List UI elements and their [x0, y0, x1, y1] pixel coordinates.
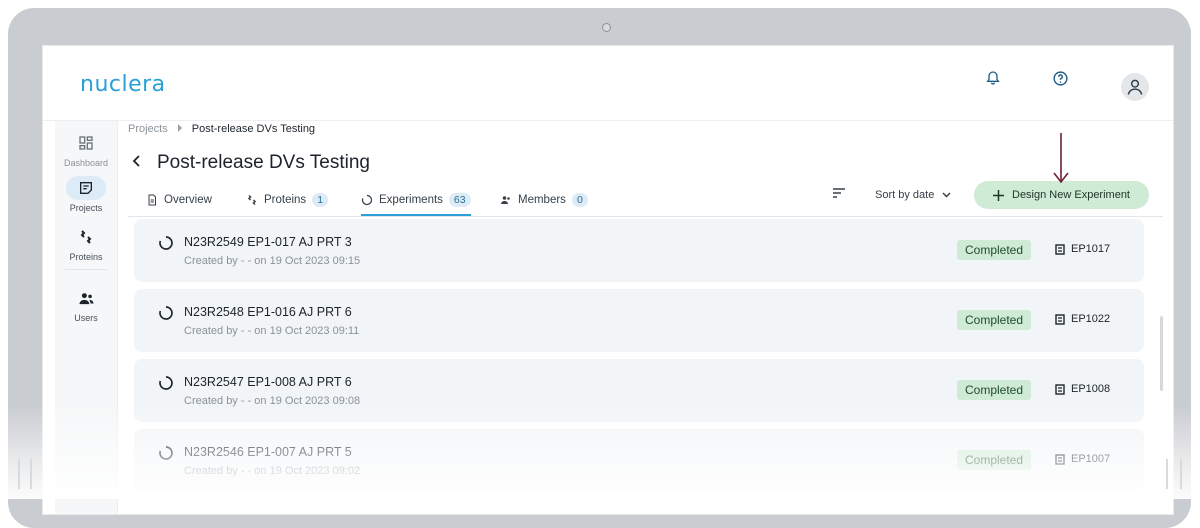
- breadcrumb: Projects Post-release DVs Testing: [128, 123, 315, 135]
- document-icon: [1055, 453, 1065, 465]
- experiment-row[interactable]: N23R2547 EP1-008 AJ PRT 6 Created by - -…: [134, 359, 1144, 422]
- spinner-icon: [361, 194, 373, 206]
- code-label: EP1008: [1071, 383, 1111, 395]
- spinner-icon: [159, 376, 173, 390]
- experiment-name[interactable]: N23R2546 EP1-007 AJ PRT 5: [184, 445, 352, 459]
- tab-label: Proteins: [264, 194, 307, 206]
- code-label: EP1022: [1071, 313, 1111, 325]
- help-icon[interactable]: [1048, 66, 1072, 90]
- tab-proteins[interactable]: Proteins 1: [246, 186, 329, 214]
- experiment-meta: Created by - - on 19 Oct 2023 09:11: [184, 325, 360, 337]
- code-label: EP1007: [1071, 453, 1111, 465]
- document-icon: [1055, 313, 1065, 325]
- members-icon: [501, 196, 510, 204]
- logo[interactable]: nuclera: [80, 72, 166, 97]
- experiment-name[interactable]: N23R2547 EP1-008 AJ PRT 6: [184, 375, 352, 389]
- annotation-arrow-icon: [1053, 133, 1069, 190]
- tab-overview[interactable]: Overview: [146, 186, 212, 214]
- sidebar-item-users[interactable]: Users: [55, 286, 117, 323]
- sidebar-label-users: Users: [74, 313, 98, 323]
- document-icon: [148, 194, 156, 206]
- protein-icon: [247, 194, 257, 206]
- tab-label: Members: [518, 194, 566, 206]
- sort-dropdown[interactable]: Sort by date: [875, 189, 951, 201]
- status-badge: Completed: [957, 450, 1032, 470]
- experiment-code: EP1007: [1055, 453, 1110, 465]
- tab-members[interactable]: Members 0: [500, 186, 588, 214]
- document-icon: [1055, 383, 1065, 395]
- sort-toggle[interactable]: [833, 188, 845, 198]
- code-label: EP1017: [1071, 243, 1111, 255]
- experiment-row[interactable]: N23R2546 EP1-007 AJ PRT 5 Created by - -…: [134, 429, 1144, 492]
- sidebar-item-proteins[interactable]: Proteins: [55, 225, 117, 262]
- count-badge: 1: [312, 193, 329, 207]
- projects-icon: [66, 176, 106, 200]
- dashboard-icon: [66, 131, 106, 155]
- status-badge: Completed: [957, 380, 1032, 400]
- design-button-label: Design New Experiment: [1012, 189, 1130, 201]
- app-window: nuclera Dashboard Projects Proteins User…: [42, 45, 1174, 515]
- count-badge: 63: [448, 193, 471, 207]
- plus-icon: [993, 189, 1004, 201]
- status-badge: Completed: [957, 310, 1032, 330]
- user-icon: [1127, 79, 1143, 95]
- chevron-right-icon: [177, 123, 183, 135]
- experiment-row[interactable]: N23R2549 EP1-017 AJ PRT 3 Created by - -…: [134, 219, 1144, 282]
- sidebar-item-projects[interactable]: Projects: [55, 176, 117, 213]
- camera-dot: [602, 23, 611, 32]
- tab-label: Overview: [164, 194, 212, 206]
- spinner-icon: [159, 236, 173, 250]
- back-arrow-icon[interactable]: [129, 153, 145, 169]
- breadcrumb-root[interactable]: Projects: [128, 123, 168, 135]
- frame-mark: [18, 459, 20, 489]
- proteins-icon: [66, 225, 106, 249]
- top-bar: nuclera: [43, 46, 1173, 121]
- frame-mark: [30, 459, 32, 489]
- sidebar-label-proteins: Proteins: [69, 252, 103, 262]
- page-title: Post-release DVs Testing: [157, 152, 370, 173]
- experiment-code: EP1017: [1055, 243, 1110, 255]
- experiment-code: EP1008: [1055, 383, 1110, 395]
- experiment-code: EP1022: [1055, 313, 1110, 325]
- frame-mark: [1180, 459, 1182, 489]
- bell-icon[interactable]: [981, 66, 1005, 90]
- experiment-name[interactable]: N23R2549 EP1-017 AJ PRT 3: [184, 235, 352, 249]
- tab-divider: [128, 216, 1163, 217]
- chevron-down-icon: [942, 192, 951, 198]
- sidebar: Dashboard Projects Proteins Users: [55, 121, 118, 514]
- spinner-icon: [159, 446, 173, 460]
- sidebar-label-projects: Projects: [69, 203, 103, 213]
- experiment-meta: Created by - - on 19 Oct 2023 09:02: [184, 465, 361, 477]
- experiment-name[interactable]: N23R2548 EP1-016 AJ PRT 6: [184, 305, 352, 319]
- sort-label: Sort by date: [875, 189, 935, 201]
- sidebar-item-dashboard[interactable]: Dashboard: [55, 131, 117, 168]
- user-avatar[interactable]: [1121, 73, 1149, 101]
- status-badge: Completed: [957, 240, 1032, 260]
- sort-icon: [833, 188, 845, 198]
- sidebar-divider: [65, 269, 107, 270]
- spinner-icon: [159, 306, 173, 320]
- experiment-row[interactable]: N23R2548 EP1-016 AJ PRT 6 Created by - -…: [134, 289, 1144, 352]
- scrollbar[interactable]: [1160, 316, 1163, 391]
- experiment-meta: Created by - - on 19 Oct 2023 09:08: [184, 395, 361, 407]
- tab-label: Experiments: [379, 194, 443, 206]
- document-icon: [1055, 243, 1065, 255]
- tab-experiments[interactable]: Experiments 63: [361, 186, 471, 216]
- experiment-meta: Created by - - on 19 Oct 2023 09:15: [184, 255, 361, 267]
- users-icon: [66, 286, 106, 310]
- count-badge: 0: [571, 193, 588, 207]
- frame-mark: [1166, 459, 1168, 489]
- breadcrumb-current: Post-release DVs Testing: [191, 123, 316, 135]
- sidebar-label-dashboard: Dashboard: [63, 158, 109, 168]
